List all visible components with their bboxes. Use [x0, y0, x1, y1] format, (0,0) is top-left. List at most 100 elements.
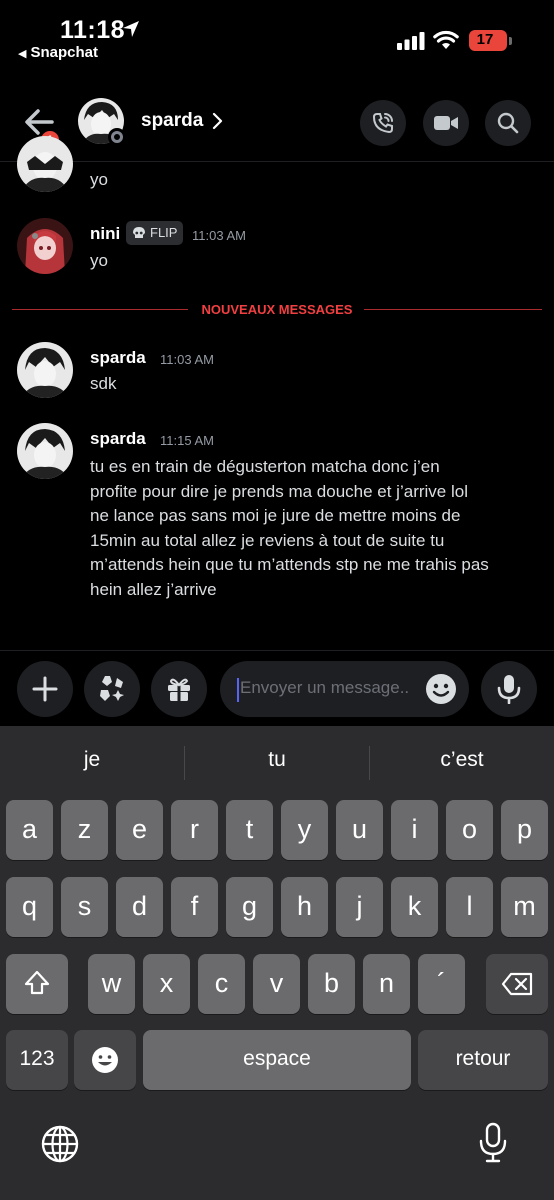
key-j[interactable]: j [336, 877, 383, 937]
key-v[interactable]: v [253, 954, 300, 1014]
message-timestamp: 11:03 AM [160, 352, 214, 367]
back-to-app-link[interactable]: ◀ Snapchat [18, 44, 98, 61]
message-line: profite pour dire je prends ma douche et… [90, 481, 468, 501]
globe-icon[interactable] [40, 1124, 80, 1164]
message-author[interactable]: sparda [90, 348, 146, 368]
space-key[interactable]: espace [143, 1030, 411, 1090]
message-text-long: tu es en train de dégusterton matcha don… [90, 455, 489, 602]
key-c[interactable]: c [198, 954, 245, 1014]
key-g[interactable]: g [226, 877, 273, 937]
new-messages-divider-line [364, 309, 542, 310]
message-line: m’attends hein que tu m’attends stp ne m… [90, 555, 489, 574]
key-x[interactable]: x [143, 954, 190, 1014]
message-line: 15min au total allez je reviens à tout d… [90, 530, 445, 550]
key-h[interactable]: h [281, 877, 328, 937]
skull-icon [133, 227, 145, 238]
dictation-icon[interactable] [478, 1122, 508, 1164]
shift-icon [24, 970, 50, 995]
wifi-icon [433, 30, 459, 49]
avatar[interactable] [17, 423, 73, 479]
apps-icon [100, 676, 124, 701]
signal-icon [397, 32, 425, 50]
key-f[interactable]: f [171, 877, 218, 937]
search-button[interactable] [485, 100, 531, 146]
key-p[interactable]: p [501, 800, 548, 860]
add-attachment-button[interactable] [17, 661, 73, 717]
key-u[interactable]: u [336, 800, 383, 860]
message-input[interactable]: Envoyer un message.. [220, 661, 469, 717]
user-tag: FLIP [126, 221, 184, 245]
suggestion-1[interactable]: je [0, 748, 184, 772]
key-i[interactable]: i [391, 800, 438, 860]
message-timestamp: 11:15 AM [160, 433, 214, 448]
text-cursor [237, 678, 239, 702]
backspace-key[interactable] [486, 954, 548, 1014]
message-placeholder: Envoyer un message.. [240, 678, 410, 697]
key-b[interactable]: b [308, 954, 355, 1014]
tag-label: FLIP [150, 225, 178, 240]
avatar[interactable] [17, 218, 73, 274]
key-l[interactable]: l [446, 877, 493, 937]
message-text: yo [90, 251, 108, 270]
chevron-right-icon[interactable] [211, 112, 223, 130]
key-m[interactable]: m [501, 877, 548, 937]
emoji-icon[interactable] [425, 673, 457, 705]
status-bar: 11:18 ◀ Snapchat 17 [0, 0, 554, 70]
return-key[interactable]: retour [418, 1030, 548, 1090]
voice-call-button[interactable] [360, 100, 406, 146]
message-composer: Envoyer un message.. [0, 650, 554, 726]
video-camera-icon [434, 116, 458, 130]
location-arrow-icon [123, 21, 139, 37]
key-e[interactable]: e [116, 800, 163, 860]
ios-keyboard: je tu c’est a z e r t y u i o p q s d f … [0, 726, 554, 1200]
back-app-label: Snapchat [30, 44, 98, 61]
key-o[interactable]: o [446, 800, 493, 860]
microphone-icon [497, 675, 521, 704]
offline-status-dot [108, 128, 126, 146]
phone-call-icon [372, 113, 393, 134]
numbers-key[interactable]: 123 [6, 1030, 68, 1090]
key-a[interactable]: a [6, 800, 53, 860]
message-text: sdk [90, 374, 117, 393]
message-text: yo [90, 170, 108, 189]
contact-name[interactable]: sparda [141, 110, 203, 132]
shift-key[interactable] [6, 954, 68, 1014]
message-line: tu es en train de dégusterton matcha don… [90, 457, 440, 476]
key-y[interactable]: y [281, 800, 328, 860]
avatar[interactable] [17, 342, 73, 398]
apps-button[interactable] [84, 661, 140, 717]
avatar[interactable] [17, 136, 73, 192]
chat-header: 1 sparda [0, 90, 554, 162]
clock: 11:18 [60, 16, 126, 44]
search-icon [497, 112, 519, 134]
message-line: hein allez j’arrive [90, 579, 217, 599]
message-author[interactable]: nini [90, 224, 120, 244]
key-n[interactable]: n [363, 954, 410, 1014]
suggestion-3[interactable]: c’est [370, 748, 554, 772]
emoji-key[interactable] [74, 1030, 136, 1090]
emoji-icon [92, 1047, 118, 1073]
gift-icon [168, 678, 190, 701]
battery-nub [509, 37, 512, 45]
suggestion-2[interactable]: tu [185, 748, 369, 772]
video-call-button[interactable] [423, 100, 469, 146]
message-timestamp: 11:03 AM [192, 228, 246, 243]
voice-message-button[interactable] [481, 661, 537, 717]
key-accent[interactable]: ´ [418, 954, 465, 1014]
backspace-icon [501, 972, 533, 996]
plus-icon [32, 676, 58, 702]
message-author[interactable]: sparda [90, 429, 146, 449]
key-s[interactable]: s [61, 877, 108, 937]
key-d[interactable]: d [116, 877, 163, 937]
key-q[interactable]: q [6, 877, 53, 937]
key-z[interactable]: z [61, 800, 108, 860]
battery-indicator: 17 [469, 30, 507, 51]
key-k[interactable]: k [391, 877, 438, 937]
key-r[interactable]: r [171, 800, 218, 860]
gift-button[interactable] [151, 661, 207, 717]
key-t[interactable]: t [226, 800, 273, 860]
new-messages-divider-line [12, 309, 188, 310]
battery-level: 17 [476, 31, 494, 48]
key-w[interactable]: w [88, 954, 135, 1014]
new-messages-divider: NOUVEAUX MESSAGES [201, 302, 353, 317]
